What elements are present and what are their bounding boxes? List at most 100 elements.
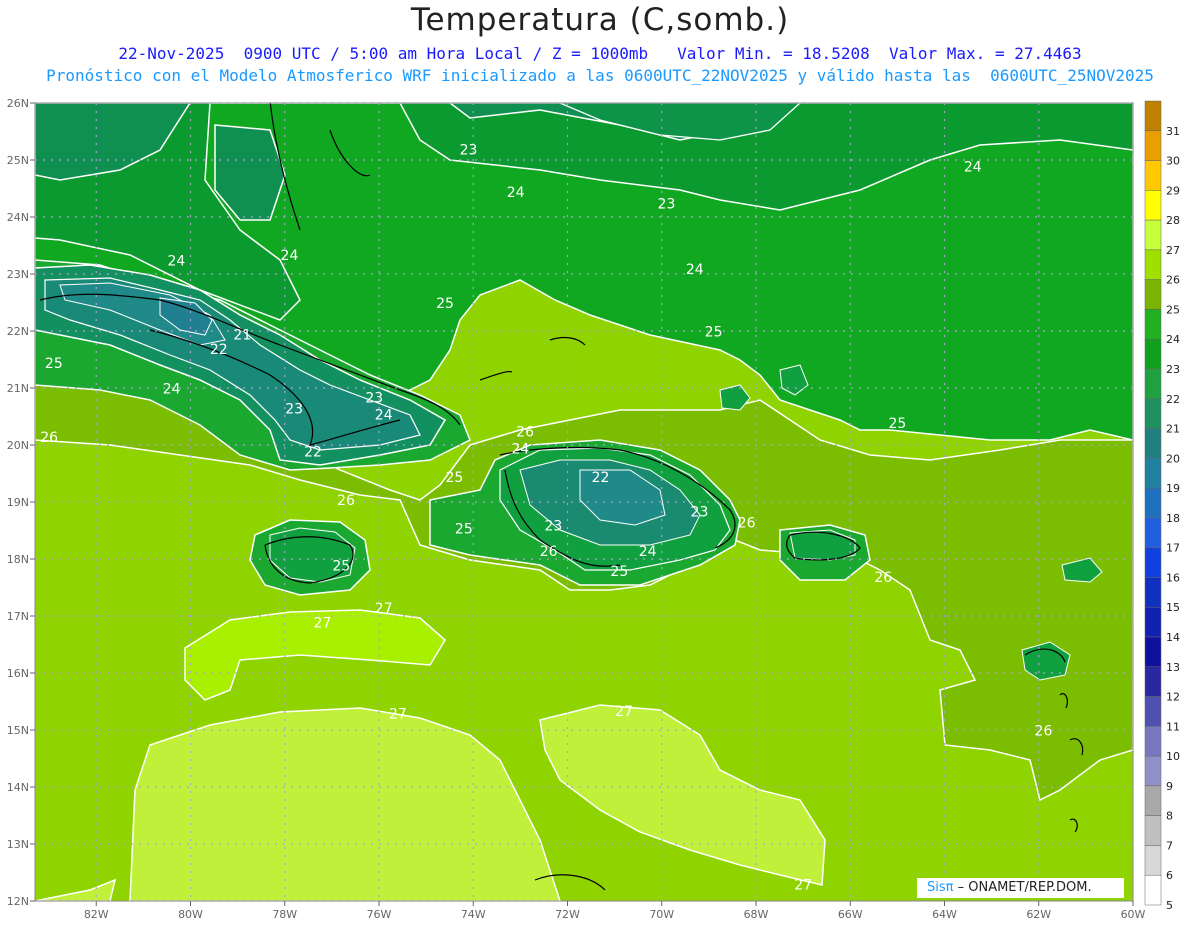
contour-label: 22	[592, 470, 610, 486]
lat-tick-label: 12N	[7, 895, 29, 908]
lon-tick-label: 62W	[1026, 908, 1051, 921]
contour-label: 27	[314, 615, 332, 631]
contour-label: 23	[658, 196, 676, 212]
colorbar-label: 28	[1166, 214, 1180, 227]
lon-tick-label: 80W	[178, 908, 203, 921]
lat-tick-label: 20N	[7, 439, 29, 452]
colorbar-swatch	[1144, 130, 1162, 161]
lon-tick-label: 76W	[367, 908, 392, 921]
colorbar-label: 20	[1166, 452, 1180, 465]
contour-label: 25	[610, 564, 628, 580]
colorbar-swatch	[1144, 815, 1162, 846]
colorbar-swatch	[1144, 100, 1162, 132]
lon-tick-label: 66W	[838, 908, 863, 921]
colorbar-swatch	[1144, 874, 1162, 906]
colorbar-swatch	[1144, 309, 1162, 340]
contour-label: 24	[167, 253, 185, 269]
temperature-map: 26N 25N 24N 23N 22N 21N 20N 19N 18N 17N 16N 15N 14N 1…	[7, 97, 1180, 921]
colorbar-label: 8	[1166, 810, 1173, 823]
contour-label: 26	[516, 424, 534, 440]
colorbar-label: 26	[1166, 274, 1180, 287]
colorbar-label: 24	[1166, 333, 1180, 346]
colorbar-label: 14	[1166, 631, 1180, 644]
contour-label: 25	[445, 470, 463, 486]
colorbar-label: 31	[1166, 125, 1180, 138]
contour-label: 26	[1035, 724, 1053, 740]
lat-tick-label: 23N	[7, 268, 29, 281]
colorbar-swatch	[1144, 517, 1162, 548]
contour-label: 26	[40, 430, 58, 446]
colorbar-swatch	[1144, 219, 1162, 251]
colorbar-label: 29	[1166, 184, 1180, 197]
colorbar-swatch	[1144, 785, 1162, 816]
sispi-logo: Sisπ	[927, 880, 954, 895]
lon-tick-label: 70W	[649, 908, 674, 921]
contour-label: 27	[615, 704, 633, 720]
colorbar-label: 10	[1166, 750, 1180, 763]
colorbar: 31 30 29 28 27 26 25 24 23 22 21 20 19 18 17 16 15 14 13 12…	[1144, 100, 1180, 912]
longitude-axis: 82W 80W 78W 76W 74W 72W 70W 68W 66W 64W 62W 60W	[84, 901, 1146, 921]
contour-label: 25	[455, 521, 473, 537]
lat-tick-label: 26N	[7, 97, 29, 110]
contour-label: 24	[507, 185, 525, 201]
contour-label: 21	[233, 328, 251, 344]
colorbar-swatch	[1144, 279, 1162, 310]
contour-label: 23	[544, 519, 562, 535]
colorbar-swatch	[1144, 487, 1162, 519]
colorbar-swatch	[1144, 726, 1162, 757]
lon-tick-label: 78W	[272, 908, 297, 921]
contour-label: 26	[337, 493, 355, 509]
lat-tick-label: 21N	[7, 382, 29, 395]
contour-label: 25	[45, 356, 63, 372]
colorbar-swatch	[1144, 368, 1162, 400]
colorbar-swatch	[1144, 696, 1162, 727]
colorbar-label: 13	[1166, 661, 1180, 674]
lon-tick-label: 72W	[555, 908, 580, 921]
colorbar-swatch	[1144, 755, 1162, 787]
colorbar-swatch	[1144, 398, 1162, 429]
colorbar-swatch	[1144, 249, 1162, 280]
lat-tick-label: 18N	[7, 553, 29, 566]
lon-tick-label: 82W	[84, 908, 109, 921]
colorbar-swatch	[1144, 845, 1162, 876]
colorbar-label: 12	[1166, 691, 1180, 704]
contour-label: 26	[738, 516, 756, 532]
colorbar-swatch	[1144, 666, 1162, 697]
colorbar-label: 25	[1166, 303, 1180, 316]
lat-tick-label: 24N	[7, 211, 29, 224]
lon-tick-label: 68W	[744, 908, 769, 921]
colorbar-swatch	[1144, 577, 1162, 608]
colorbar-swatch	[1144, 458, 1162, 489]
contour-label: 23	[691, 504, 709, 520]
contour-label: 27	[375, 601, 393, 617]
contour-label: 27	[794, 878, 812, 894]
contour-label: 24	[964, 159, 982, 175]
lat-tick-label: 15N	[7, 724, 29, 737]
latitude-axis: 26N 25N 24N 23N 22N 21N 20N 19N 18N 17N 16N 15N 14N 1…	[7, 97, 35, 908]
contour-label: 23	[285, 402, 303, 418]
map-fields	[35, 103, 1133, 901]
contour-label: 22	[210, 342, 228, 358]
colorbar-swatch	[1144, 160, 1162, 191]
lon-tick-label: 60W	[1121, 908, 1146, 921]
contour-label: 24	[281, 248, 299, 264]
lat-tick-label: 25N	[7, 154, 29, 167]
colorbar-label: 5	[1166, 899, 1173, 912]
contour-label: 27	[389, 707, 407, 723]
lon-tick-label: 64W	[932, 908, 957, 921]
colorbar-label: 18	[1166, 512, 1180, 525]
contour-label: 24	[375, 407, 393, 423]
contour-label: 25	[436, 296, 454, 312]
colorbar-swatch	[1144, 636, 1162, 668]
contour-label: 25	[705, 325, 723, 341]
lat-tick-label: 17N	[7, 610, 29, 623]
contour-label: 26	[540, 544, 558, 560]
contour-label: 24	[686, 262, 704, 278]
lon-tick-label: 74W	[461, 908, 486, 921]
colorbar-label: 11	[1166, 720, 1180, 733]
colorbar-swatch	[1144, 428, 1162, 459]
colorbar-label: 16	[1166, 571, 1180, 584]
colorbar-label: 30	[1166, 155, 1180, 168]
contour-label: 23	[365, 390, 383, 406]
colorbar-swatch	[1144, 190, 1162, 221]
